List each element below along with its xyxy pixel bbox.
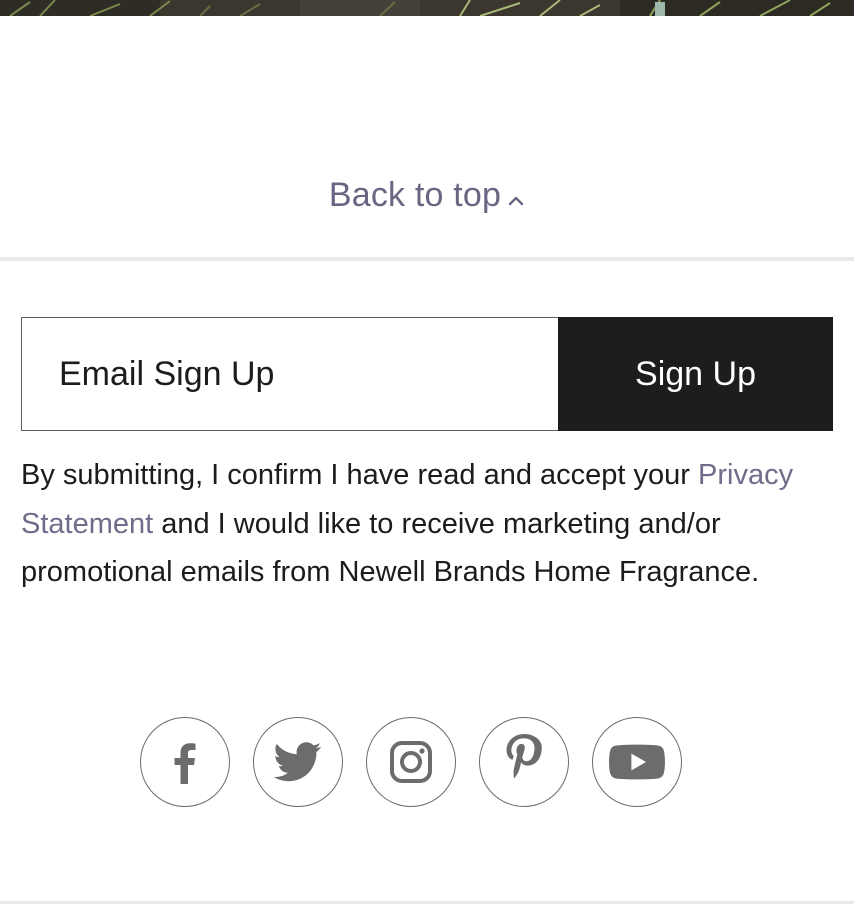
footer-page: Back to top Sign Up By submitting, I con…	[0, 0, 854, 910]
consent-text: By submitting, I confirm I have read and…	[21, 451, 833, 597]
instagram-link[interactable]	[366, 717, 456, 807]
email-signup-form: Sign Up	[21, 317, 833, 431]
soil-grass-image	[0, 0, 854, 16]
back-to-top-link[interactable]: Back to top	[0, 174, 854, 218]
social-links	[140, 717, 682, 809]
consent-text-before: By submitting, I confirm I have read and…	[21, 459, 698, 491]
youtube-link[interactable]	[592, 717, 682, 807]
pinterest-icon	[506, 734, 542, 779]
instagram-icon	[390, 741, 432, 783]
facebook-icon	[174, 743, 196, 784]
footer-bottom-divider	[0, 901, 854, 904]
pinterest-link[interactable]	[479, 717, 569, 807]
back-to-top-label: Back to top	[328, 176, 502, 214]
section-divider	[0, 257, 854, 261]
youtube-icon	[609, 744, 665, 780]
twitter-icon	[274, 742, 322, 782]
chevron-up-icon	[507, 174, 525, 216]
hero-image-bottom-edge	[0, 0, 854, 16]
email-signup-input[interactable]	[21, 317, 558, 431]
twitter-link[interactable]	[253, 717, 343, 807]
facebook-link[interactable]	[140, 717, 230, 807]
sign-up-button[interactable]: Sign Up	[558, 317, 833, 431]
